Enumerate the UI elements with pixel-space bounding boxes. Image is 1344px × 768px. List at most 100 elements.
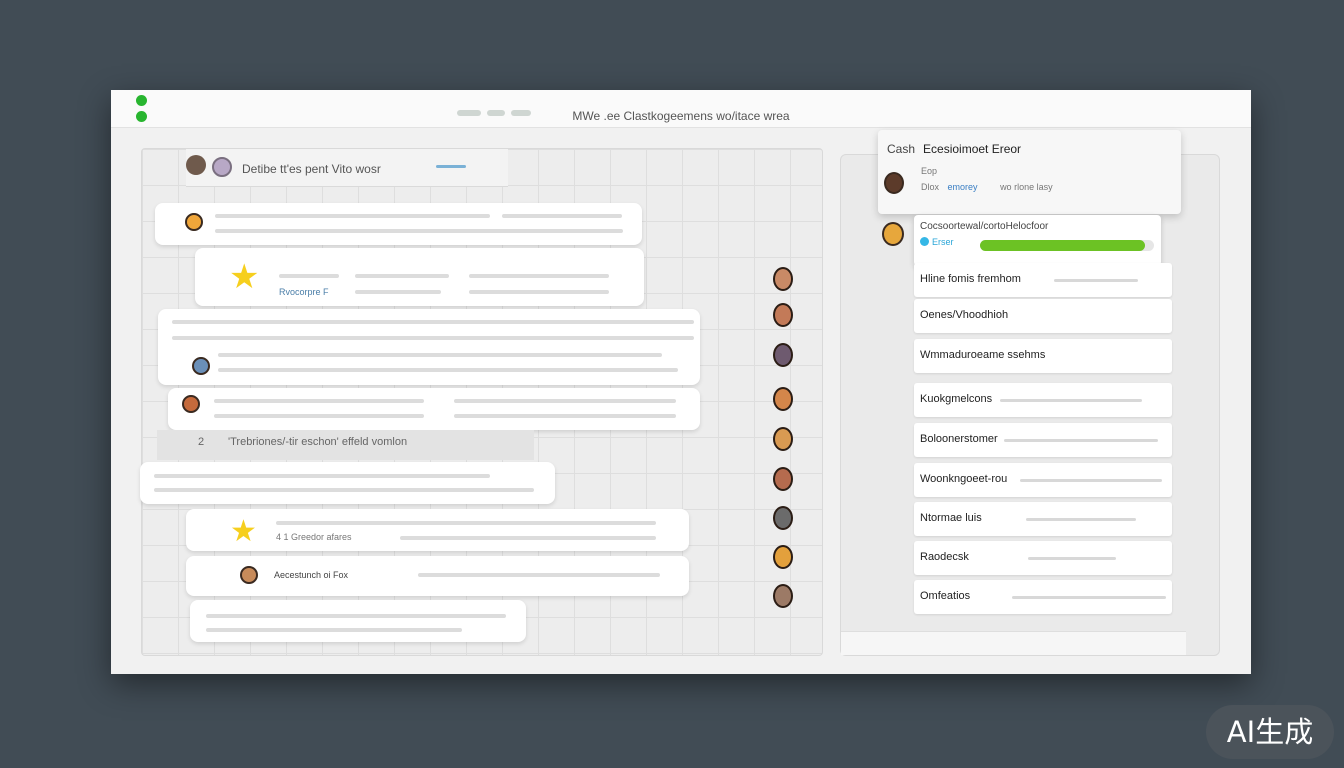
message-text-line [355, 274, 449, 278]
progress-fill [980, 240, 1146, 251]
contact-preview-line [1020, 479, 1162, 482]
message-text-line [469, 290, 609, 294]
user-avatar [240, 566, 258, 584]
message-text-line [206, 628, 462, 632]
chat-title: Detibe tt'es pent Vito wosr [242, 162, 381, 176]
caption-text: 'Trebriones/-tir eschon' effeld vomlon [228, 436, 408, 448]
contact-name: Oenes/Vhoodhioh [920, 309, 1009, 321]
contact-name: Boloonerstomer [920, 433, 998, 445]
window-title: MWe .ee Clastkogeemens wo/itace wrea [572, 109, 790, 123]
popup-link[interactable]: Dlox [921, 182, 939, 192]
message-bubble[interactable] [190, 600, 526, 642]
reply-bubble[interactable]: Aecestunch oi Fox [186, 556, 689, 596]
message-bubble[interactable] [168, 388, 700, 430]
message-text-line [206, 614, 506, 618]
window-control-dot[interactable] [136, 95, 147, 106]
contact-name: Ntormae luis [920, 512, 982, 524]
message-text-line [276, 521, 656, 525]
online-status-icon [920, 237, 929, 246]
progress-bar [980, 240, 1154, 251]
popup-link[interactable]: wo rlone lasy [1000, 182, 1053, 192]
message-bubble[interactable] [155, 203, 642, 245]
contact-row[interactable]: Omfeatios [914, 580, 1172, 614]
user-avatar [185, 213, 203, 231]
ai-generated-badge: AI生成 [1206, 705, 1334, 759]
message-bubble[interactable] [140, 462, 555, 504]
message-text-line [218, 368, 678, 372]
chat-header: Detibe tt'es pent Vito wosr [186, 149, 508, 187]
reply-label: Aecestunch oi Fox [274, 570, 349, 580]
contact-row[interactable]: Kuokgmelcons [914, 383, 1172, 417]
contact-name: Hline fomis fremhom [920, 273, 1021, 285]
popup-link[interactable]: emorey [948, 182, 978, 192]
user-avatar [884, 172, 904, 194]
contact-avatar [773, 545, 793, 569]
title-bar: MWe .ee Clastkogeemens wo/itace wrea [111, 90, 1251, 128]
message-text-line [214, 414, 424, 418]
message-text-line [418, 573, 660, 577]
active-contact-avatar [882, 222, 904, 246]
contact-preview-line [1012, 596, 1166, 599]
message-text-line [400, 536, 656, 540]
contact-preview-line [1028, 557, 1116, 560]
contact-avatar [773, 343, 793, 367]
message-text-line [172, 320, 694, 324]
message-text-line [454, 399, 676, 403]
contact-row[interactable]: Ntormae luis [914, 502, 1172, 536]
user-avatar [182, 395, 200, 413]
caption-number: 2 [198, 436, 205, 448]
active-contact-row[interactable]: Cocsoortewal/cortoHelocfoor Erser [914, 215, 1161, 266]
contact-avatar [773, 584, 793, 608]
active-contact-status: Erser [920, 237, 954, 247]
message-text-line [355, 290, 441, 294]
message-text-line [454, 414, 676, 418]
contact-name: Kuokgmelcons [920, 393, 993, 405]
message-bubble[interactable]: ★ Rvocorpre F [195, 248, 644, 306]
contact-avatar [773, 303, 793, 327]
contact-row[interactable]: Raodecsk [914, 541, 1172, 575]
star-icon: ★ [229, 258, 260, 296]
message-bubble[interactable] [158, 309, 700, 385]
message-link[interactable]: Rvocorpre F [279, 287, 329, 297]
popup-title-label: Cash [887, 142, 916, 156]
message-bubble[interactable]: ★ 4 1 Greedor afares [186, 509, 689, 551]
contact-name: Omfeatios [920, 590, 971, 602]
contact-name: Raodecsk [920, 551, 969, 563]
contact-preview-line [1054, 279, 1138, 282]
popup-links: Dlox emorey wo rlone lasy [921, 182, 1053, 192]
active-contact-status-text: Erser [932, 237, 954, 247]
contact-name: Woonkngoeet-rou [920, 473, 1008, 485]
user-avatar [192, 357, 210, 375]
message-text-line [502, 214, 622, 218]
popup-title: Cash Ecesioimoet Ereor [887, 142, 1021, 156]
contact-name: Wmmaduroeame ssehms [920, 349, 1046, 361]
popup-title-name: Ecesioimoet Ereor [923, 142, 1022, 156]
contacts-footer [841, 631, 1186, 655]
contact-avatar [773, 267, 793, 291]
message-text-line [172, 336, 694, 340]
message-text-line [154, 488, 534, 492]
contact-preview-line [1026, 518, 1136, 521]
contact-avatar [773, 506, 793, 530]
message-text-line [214, 399, 424, 403]
message-text-line [279, 274, 339, 278]
contact-avatar [773, 467, 793, 491]
contact-avatar [773, 427, 793, 451]
contact-popup[interactable]: Cash Ecesioimoet Ereor Eop Dlox emorey wo… [878, 130, 1181, 214]
contact-preview-line [1000, 399, 1142, 402]
group-avatar [186, 155, 206, 175]
active-contact-name: Cocsoortewal/cortoHelocfoor [920, 221, 1049, 232]
message-text-line [215, 214, 490, 218]
message-text-line [469, 274, 609, 278]
header-indicator [436, 165, 466, 168]
message-text-line [218, 353, 662, 357]
contact-row[interactable]: Woonkngoeet-rou [914, 463, 1172, 497]
contact-avatar [773, 387, 793, 411]
message-text: 4 1 Greedor afares [276, 532, 352, 542]
star-icon: ★ [230, 515, 257, 548]
contact-row[interactable]: Oenes/Vhoodhioh [914, 299, 1172, 333]
contact-row[interactable]: Boloonerstomer [914, 423, 1172, 457]
contact-row[interactable]: Wmmaduroeame ssehms [914, 339, 1172, 373]
contact-row[interactable]: Hline fomis fremhom [914, 263, 1172, 297]
group-avatar [212, 157, 232, 177]
